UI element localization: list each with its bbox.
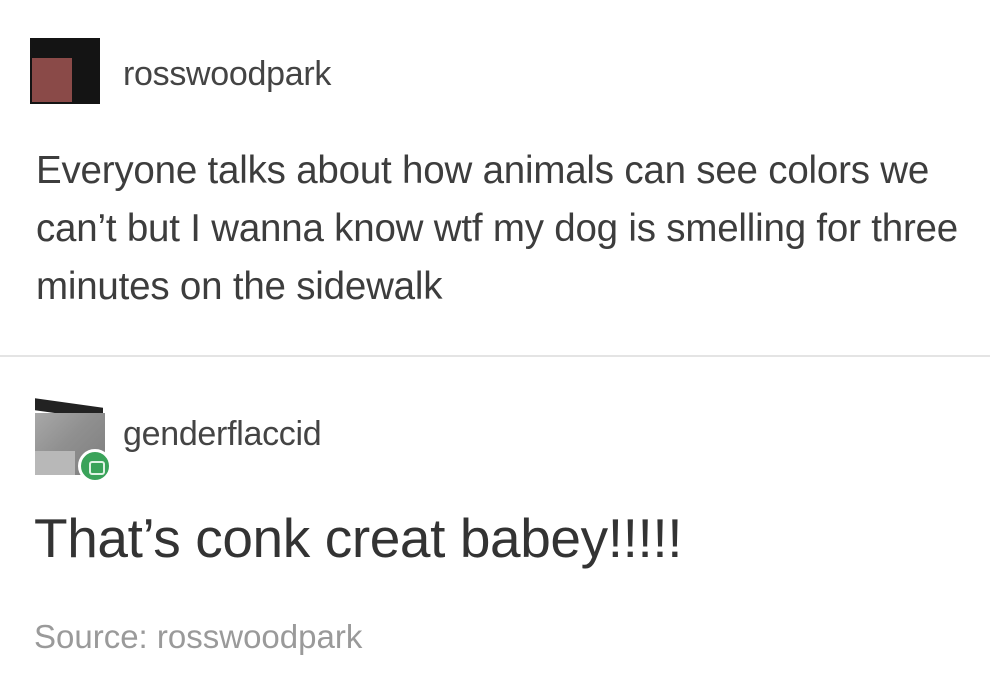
following-badge-icon (78, 449, 112, 483)
avatar-image (32, 58, 72, 102)
badge-mark-icon (89, 461, 105, 475)
reply-text: That’s conk creat babey!!!!! (34, 507, 683, 569)
avatar-image-highlight (35, 451, 75, 475)
username-link[interactable]: genderflaccid (123, 415, 322, 454)
username-link[interactable]: rosswoodpark (123, 55, 331, 94)
post-text: Everyone talks about how animals can see… (36, 149, 958, 308)
divider (0, 355, 990, 357)
source-link[interactable]: Source: rosswoodpark (34, 618, 362, 656)
avatar[interactable] (30, 38, 100, 104)
